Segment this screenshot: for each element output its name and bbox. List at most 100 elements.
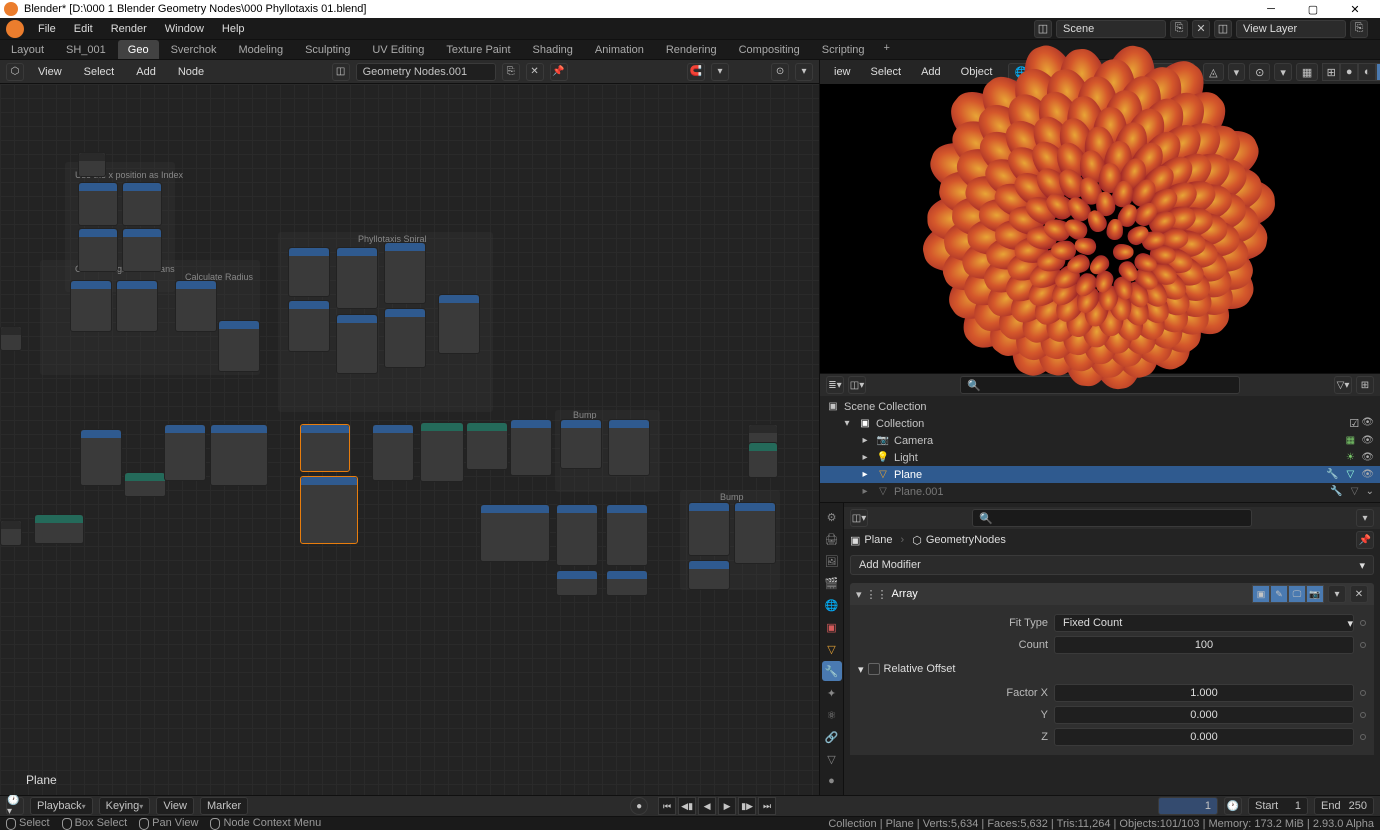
geometry-node[interactable] <box>124 472 166 497</box>
tab-sverchok[interactable]: Sverchok <box>161 40 227 59</box>
geometry-node[interactable] <box>122 182 162 226</box>
geometry-node[interactable] <box>510 419 552 476</box>
vp-menu-select[interactable]: Select <box>863 64 910 80</box>
geometry-node[interactable] <box>175 280 217 332</box>
menu-file[interactable]: File <box>30 21 64 37</box>
outliner-filter-icon[interactable]: ▽▾ <box>1334 376 1352 394</box>
animate-dot[interactable] <box>1360 734 1366 740</box>
factor-z-field[interactable]: 0.000 <box>1054 728 1354 746</box>
geometry-node[interactable] <box>384 242 426 304</box>
geometry-node[interactable] <box>560 419 602 469</box>
geometry-node[interactable] <box>688 502 730 556</box>
nodetree-browse-icon[interactable]: ◫ <box>332 63 350 81</box>
tab-animation[interactable]: Animation <box>585 40 654 59</box>
timeline-view-menu[interactable]: View <box>156 797 194 815</box>
prop-tab-object[interactable]: ▣ <box>822 617 842 637</box>
node-menu-select[interactable]: Select <box>76 64 123 80</box>
factor-x-field[interactable]: 1.000 <box>1054 684 1354 702</box>
mod-realtime-toggle[interactable]: 🖵 <box>1288 585 1306 603</box>
prop-tab-world[interactable]: 🌐 <box>822 595 842 615</box>
mod-delete-icon[interactable]: ✕ <box>1350 585 1368 603</box>
disclosure-icon[interactable]: ▸ <box>858 451 872 465</box>
tree-item-camera[interactable]: ▸ 📷 Camera ▦ 👁 <box>820 432 1380 449</box>
jump-start-button[interactable]: ⏮ <box>658 797 676 815</box>
fit-type-dropdown[interactable]: Fixed Count▾ <box>1054 614 1354 632</box>
geometry-node[interactable] <box>210 424 268 486</box>
disclosure-icon[interactable]: ▸ <box>858 468 872 482</box>
overlay-dd[interactable]: ▾ <box>1274 63 1292 81</box>
editor-type-icon[interactable]: ⬡ <box>6 63 24 81</box>
tab-sh001[interactable]: SH_001 <box>56 40 116 59</box>
geometry-node[interactable] <box>336 314 378 374</box>
shading-rendered[interactable]: ◉ <box>1376 63 1380 81</box>
count-field[interactable]: 100 <box>1054 636 1354 654</box>
modifier-header[interactable]: ▾ ⋮⋮ Array ▣ ✎ 🖵 📷 ▾ ✕ <box>850 583 1374 605</box>
shading-wireframe[interactable]: ⊞ <box>1322 63 1340 81</box>
tree-item-plane001[interactable]: ▸ ▽ Plane.001 🔧 ▽ ⌄ <box>820 483 1380 500</box>
breadcrumb-modifier[interactable]: ⬡GeometryNodes <box>912 534 1006 547</box>
add-modifier-dropdown[interactable]: Add Modifier▾ <box>850 555 1374 575</box>
geometry-node[interactable] <box>78 182 118 226</box>
prop-tab-collection[interactable]: ▽ <box>822 639 842 659</box>
disclosure-icon[interactable]: ▸ <box>858 485 872 499</box>
disclosure-icon[interactable]: ▾ <box>840 417 854 431</box>
nodetree-unlink-icon[interactable]: ✕ <box>526 63 544 81</box>
nodetree-name-field[interactable]: Geometry Nodes.001 <box>356 63 496 81</box>
pin-icon[interactable]: 📌 <box>1356 531 1374 549</box>
scene-new-icon[interactable]: ⎘ <box>1170 20 1188 38</box>
menu-render[interactable]: Render <box>103 21 155 37</box>
geometry-node[interactable] <box>688 560 730 590</box>
geometry-node[interactable] <box>80 429 122 486</box>
mod-render-toggle[interactable]: 📷 <box>1306 585 1324 603</box>
disclosure-icon[interactable]: ▾ <box>858 663 864 676</box>
shading-matprev[interactable]: ◐ <box>1358 63 1376 81</box>
geometry-node[interactable] <box>34 514 84 544</box>
geometry-node[interactable] <box>556 504 598 566</box>
geometry-node[interactable] <box>288 247 330 297</box>
geometry-node[interactable] <box>300 424 350 472</box>
mod-editmode-toggle[interactable]: ✎ <box>1270 585 1288 603</box>
keyframe-prev-button[interactable]: ◀▮ <box>678 797 696 815</box>
node-menu-view[interactable]: View <box>30 64 70 80</box>
shading-solid[interactable]: ● <box>1340 63 1358 81</box>
geometry-node[interactable] <box>336 247 378 309</box>
animate-dot[interactable] <box>1360 642 1366 648</box>
play-button[interactable]: ▶ <box>718 797 736 815</box>
snap-type-icon[interactable]: ▾ <box>711 63 729 81</box>
props-editor-icon[interactable]: ◫▾ <box>850 509 868 527</box>
vp-menu-view[interactable]: iew <box>826 64 859 80</box>
geometry-node[interactable] <box>466 422 508 470</box>
menu-window[interactable]: Window <box>157 21 212 37</box>
eye-icon[interactable]: 👁 <box>1361 435 1374 446</box>
node-menu-add[interactable]: Add <box>128 64 164 80</box>
geometry-node[interactable] <box>116 280 158 332</box>
overlay-toggle-icon[interactable]: ⊙ <box>771 63 789 81</box>
factor-y-field[interactable]: 0.000 <box>1054 706 1354 724</box>
keyframe-next-button[interactable]: ▮▶ <box>738 797 756 815</box>
geometry-node[interactable] <box>164 424 206 481</box>
eye-icon[interactable]: 👁 <box>1361 469 1374 480</box>
viewlayer-browse-icon[interactable]: ◫ <box>1214 20 1232 38</box>
geometry-node[interactable] <box>606 570 648 596</box>
geometry-node[interactable] <box>480 504 550 562</box>
tree-scene-collection[interactable]: ▣ Scene Collection <box>820 398 1380 415</box>
jump-end-button[interactable]: ⏭ <box>758 797 776 815</box>
prop-tab-scene[interactable]: 🎬 <box>822 573 842 593</box>
tab-compositing[interactable]: Compositing <box>729 40 810 59</box>
scene-selector[interactable]: Scene <box>1056 20 1166 38</box>
prop-tab-viewlayer[interactable]: 🖼 <box>822 551 842 571</box>
geometry-node[interactable] <box>372 424 414 481</box>
breadcrumb-object[interactable]: ▣Plane <box>850 534 893 547</box>
close-button[interactable]: ✕ <box>1334 3 1376 16</box>
tab-modeling[interactable]: Modeling <box>228 40 293 59</box>
geometry-node[interactable] <box>0 326 22 351</box>
tab-uvediting[interactable]: UV Editing <box>362 40 434 59</box>
autokey-toggle[interactable]: ● <box>630 797 648 815</box>
viewlayer-new-icon[interactable]: ⎘ <box>1350 20 1368 38</box>
maximize-button[interactable]: ▢ <box>1292 3 1334 16</box>
mod-cage-toggle[interactable]: ▣ <box>1252 585 1270 603</box>
props-options-icon[interactable]: ▾ <box>1356 509 1374 527</box>
tree-item-plane[interactable]: ▸ ▽ Plane 🔧 ▽ 👁 <box>820 466 1380 483</box>
geometry-node[interactable] <box>384 308 426 368</box>
viewlayer-selector[interactable]: View Layer <box>1236 20 1346 38</box>
